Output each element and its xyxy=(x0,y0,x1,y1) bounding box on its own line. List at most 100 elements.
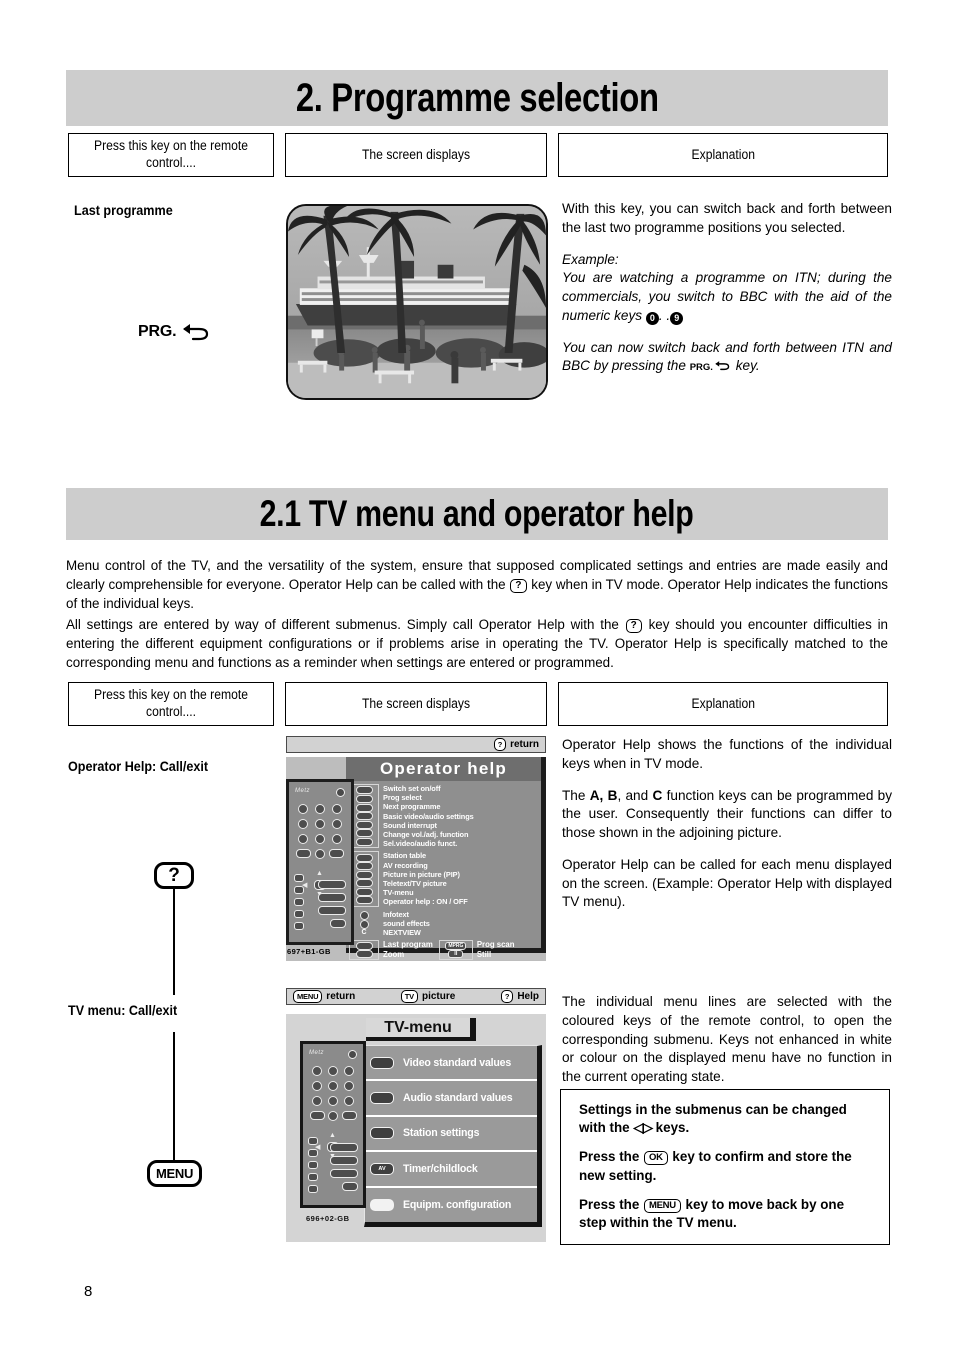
prg-key-glyph[interactable]: PRG. xyxy=(138,322,211,342)
tv-menu-title: TV-menu xyxy=(366,1018,476,1041)
explanation-2-p3: Operator Help can be called for each men… xyxy=(562,856,892,910)
column-header-screen-1: The screen displays xyxy=(285,133,547,177)
remote-bar xyxy=(342,1182,358,1191)
volume-arrows-icon xyxy=(355,829,373,838)
explanation-tv-menu: The individual menu lines are selected w… xyxy=(562,993,892,1087)
remote-key xyxy=(341,1111,357,1120)
remote-key xyxy=(328,1096,338,1106)
help-item: AV recording xyxy=(383,860,428,870)
explanation-1-p1: With this key, you can switch back and f… xyxy=(562,201,892,235)
next-programme-icon xyxy=(355,803,373,812)
operator-help-group-2: Station table AV recording Picture in pi… xyxy=(349,851,538,907)
help-key-button[interactable]: ? xyxy=(154,862,194,889)
tv-menu-help-segment[interactable]: ? Help xyxy=(500,990,539,1003)
remote-small-key xyxy=(294,922,304,930)
remote-small-key xyxy=(294,886,304,894)
tv-menu-item-video[interactable]: Video standard values xyxy=(365,1046,537,1082)
remote-small-key xyxy=(294,898,304,906)
nextview-icon-label: C xyxy=(361,929,367,937)
tv-menu-item-equipment[interactable]: Equipm. configuration xyxy=(365,1188,537,1223)
remote-function-bars-2 xyxy=(330,1143,358,1191)
tv-key-icon-bar: TV xyxy=(400,990,418,1003)
tv-menu-picture-segment[interactable]: TV picture xyxy=(400,990,455,1003)
av-icon: AV xyxy=(370,1162,394,1175)
tv-menu-return-segment[interactable]: MENU return xyxy=(293,990,355,1003)
remote-small-key xyxy=(294,910,304,918)
column-header-key-1: Press this key on the remote control.... xyxy=(68,133,274,177)
explanation-2-p2-a: The xyxy=(562,787,586,803)
remote-bar xyxy=(318,880,346,889)
operator-help-figure-code: 697+B1-GB xyxy=(287,947,331,956)
note-p1: Settings in the submenus can be changed … xyxy=(579,1101,873,1137)
tv-menu-note-box: Settings in the submenus can be changed … xyxy=(560,1089,890,1246)
remote-key xyxy=(328,1081,338,1091)
prog-select-icon xyxy=(355,794,373,803)
remote-control-body-1: Metz ▲ ◀ ▶ ▼ xyxy=(289,782,351,942)
note-p3: Press the MENU key to move back by one s… xyxy=(579,1196,873,1232)
tv-menu-item-label: Audio standard values xyxy=(403,1092,513,1105)
operator-help-groups: Switch set on/off Prog select Next progr… xyxy=(346,781,541,937)
remote-small-key xyxy=(294,874,304,882)
remote-small-key xyxy=(308,1161,318,1169)
operator-help-row-label: Operator Help: Call/exit xyxy=(68,758,224,774)
remote-bar xyxy=(330,1143,358,1152)
remote-bar xyxy=(330,919,346,928)
tv-screen-photo xyxy=(286,204,548,400)
remote-control-illustration-1: Metz ▲ ◀ ▶ ▼ xyxy=(286,779,354,945)
column-header-explanation-1-text: Explanation xyxy=(691,146,755,162)
help-item: Prog scan xyxy=(476,940,515,950)
menu-key-icon: MENU xyxy=(644,1198,681,1213)
menu-key-icon-bar: MENU xyxy=(293,990,323,1003)
explanation-1-prg-text: PRG. xyxy=(689,362,713,374)
tv-menu-item-timer[interactable]: AV Timer/childlock xyxy=(365,1152,537,1188)
help-item: Operator help : ON / OFF xyxy=(383,897,468,907)
help-item: Last program xyxy=(383,940,433,950)
remote-key xyxy=(314,804,325,814)
power-icon xyxy=(355,786,373,795)
remote-small-key xyxy=(308,1173,318,1181)
last-programme-label-text: Last programme xyxy=(74,202,173,218)
teletext-icon xyxy=(355,879,373,888)
tv-menu-return-label: return xyxy=(326,991,356,1002)
remote-bar xyxy=(330,1169,358,1178)
operator-help-toggle-icon xyxy=(355,896,373,905)
help-key-icon-2: ? xyxy=(625,619,642,633)
tv-menu-row-label-text: TV menu: Call/exit xyxy=(68,1002,178,1018)
numeric-key-0-icon: 0 xyxy=(645,311,659,325)
remote-key xyxy=(298,834,309,844)
tv-menu-item-label: Station settings xyxy=(403,1127,480,1140)
remote-small-key xyxy=(308,1185,318,1193)
explanation-2-p1: Operator Help shows the functions of the… xyxy=(562,737,892,771)
help-item: TV-menu xyxy=(383,888,414,898)
help-item: Still xyxy=(476,950,492,960)
operator-help-bottom-right: MPRG II Prog scan Still xyxy=(438,940,515,961)
menu-key-button[interactable]: MENU xyxy=(147,1160,202,1187)
tv-menu-item-station[interactable]: Station settings xyxy=(365,1117,537,1153)
left-right-arrow-keys-icon: ◁▷ xyxy=(633,1120,653,1136)
note-p2: Press the OK key to confirm and store th… xyxy=(579,1148,873,1184)
explanation-last-programme: With this key, you can switch back and f… xyxy=(562,200,892,376)
tv-menu-icon xyxy=(355,887,373,896)
zoom-icon xyxy=(355,950,373,959)
tv-menu-item-audio[interactable]: Audio standard values xyxy=(365,1081,537,1117)
remote-brand-logo-2: Metz xyxy=(309,1050,325,1056)
operator-help-bottom-row: Last program Zoom MPRG II Prog scan Stil… xyxy=(346,940,541,963)
cruise-ship-palm-trees-illustration xyxy=(288,206,546,398)
remote-key xyxy=(344,1066,354,1076)
operator-help-return-segment[interactable]: ? return xyxy=(493,738,539,751)
manual-page: 2. Programme selection Press this key on… xyxy=(0,0,954,1351)
ok-key-icon: OK xyxy=(644,1151,668,1166)
help-item: Station table xyxy=(383,851,427,861)
tv-menu-screenshot: MENU return TV picture ? Help TV-menu Vi… xyxy=(286,988,546,1242)
column-header-explanation-1: Explanation xyxy=(558,133,888,177)
remote-key xyxy=(331,804,342,814)
function-keys-ab: A, B xyxy=(589,787,618,803)
remote-key xyxy=(328,1111,338,1121)
column-header-screen-1-text: The screen displays xyxy=(361,146,471,162)
remote-control-illustration-2: Metz ▲ ◀ ▶ ▼ xyxy=(300,1041,366,1208)
remote-side-buttons-2 xyxy=(308,1137,318,1193)
operator-help-group-2-labels: Station table AV recording Picture in pi… xyxy=(379,851,538,906)
blank-icon xyxy=(370,1199,394,1212)
remote-key xyxy=(344,1081,354,1091)
operator-help-group-1-labels: Switch set on/off Prog select Next progr… xyxy=(379,784,538,848)
